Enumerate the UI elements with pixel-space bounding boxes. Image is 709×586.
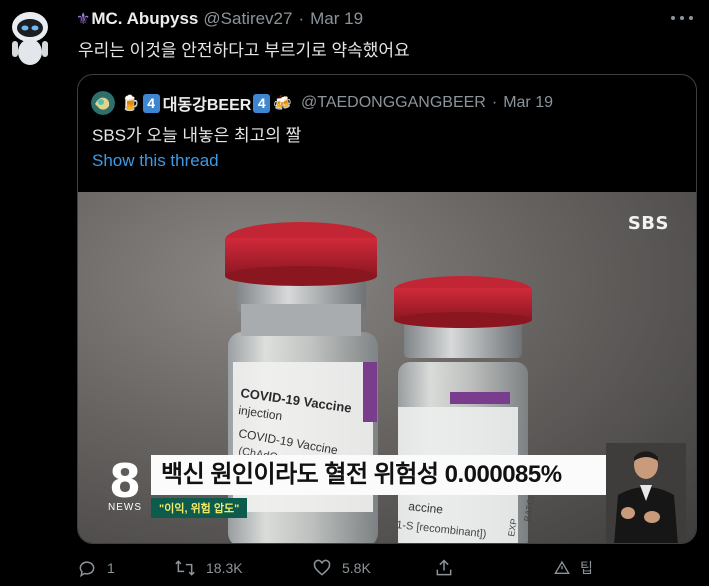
beer-emoji-icon: 🍺	[121, 95, 140, 112]
author-handle[interactable]: @Satirev27	[203, 9, 292, 29]
tweet-actions: 1 18.3K 5.8K 팁	[77, 558, 607, 582]
channel-logo: 8 NEWS	[105, 458, 145, 513]
quoted-author-avatar	[91, 91, 115, 115]
like-count: 5.8K	[342, 560, 371, 576]
quoted-author-handle[interactable]: @TAEDONGGANGBEER	[301, 94, 486, 112]
quoted-tweet-card[interactable]: 🍺 4 대동강BEER 4 🍻 @TAEDONGGANGBEER · Mar 1…	[77, 74, 697, 544]
retweet-count: 18.3K	[206, 560, 243, 576]
tweet-text: 우리는 이것을 안전하다고 부르기로 약속했어요	[78, 41, 410, 60]
reply-button[interactable]: 1	[77, 558, 115, 578]
quoted-tweet-date[interactable]: Mar 19	[503, 94, 553, 112]
sub-caption: "이익, 위험 압도"	[151, 498, 248, 518]
sign-language-interpreter-image	[606, 443, 686, 543]
quoted-header-separator: ·	[491, 94, 498, 111]
heart-icon	[313, 559, 331, 576]
tweet-header: ⚜ MC. Abupyss @Satirev27 · Mar 19	[76, 9, 363, 29]
reply-count: 1	[107, 560, 115, 576]
quoted-tweet-text: SBS가 오늘 내놓은 최고의 짤	[92, 126, 302, 145]
channel-number: 8	[108, 454, 141, 508]
keycap-badge-right: 4	[253, 93, 271, 113]
headline-caption: 백신 원인이라도 혈전 위험성 0.000085%	[151, 455, 613, 495]
clinking-beers-emoji-icon: 🍻	[273, 95, 292, 112]
fleur-de-lis-icon: ⚜	[76, 11, 91, 28]
keycap-badge-left: 4	[142, 93, 160, 113]
retweet-icon	[175, 560, 195, 576]
quoted-tweet-header: 🍺 4 대동강BEER 4 🍻 @TAEDONGGANGBEER · Mar 1…	[91, 91, 553, 115]
tip-button[interactable]: 팁	[554, 558, 593, 578]
author-avatar[interactable]	[6, 7, 54, 65]
header-separator: ·	[298, 9, 305, 28]
channel-label: NEWS	[108, 502, 142, 513]
reply-icon	[79, 561, 95, 578]
tip-label: 팁	[580, 560, 593, 576]
share-icon	[436, 559, 452, 576]
tip-icon	[554, 560, 570, 574]
news-video-still[interactable]: COVID-19 Vaccine injection COVID-19 Vacc…	[78, 192, 696, 543]
retweet-button[interactable]: 18.3K	[174, 558, 243, 578]
like-button[interactable]: 5.8K	[312, 558, 371, 578]
show-thread-link[interactable]: Show this thread	[92, 151, 219, 171]
share-button[interactable]	[434, 558, 464, 578]
broadcaster-logo: SBS	[627, 213, 669, 234]
author-display-name[interactable]: MC. Abupyss	[91, 9, 198, 29]
more-options-icon[interactable]	[671, 11, 693, 25]
quoted-author-display-name[interactable]: 대동강BEER	[163, 91, 252, 115]
tweet-date[interactable]: Mar 19	[310, 9, 363, 29]
